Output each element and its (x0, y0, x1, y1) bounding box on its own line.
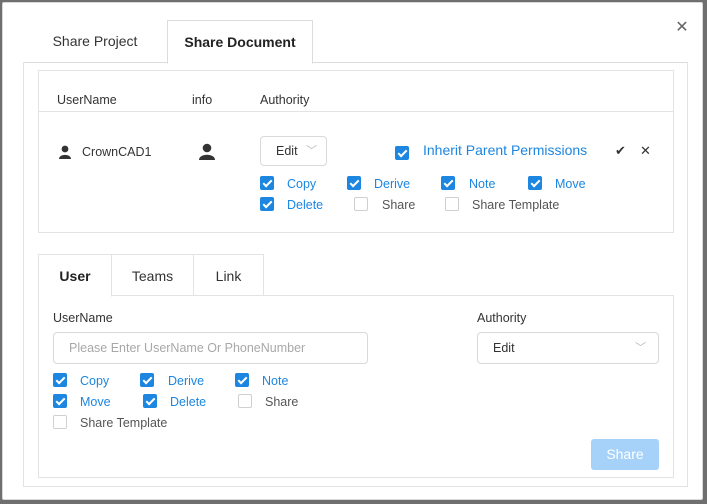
username-label: UserName (53, 311, 113, 325)
row-copy-label: Copy (287, 177, 317, 191)
share-form: UserName Authority Edit ﹀ Copy Derive No… (38, 295, 674, 478)
row-move-checkbox[interactable] (528, 176, 542, 190)
note-checkbox[interactable] (235, 373, 249, 387)
row-delete-checkbox[interactable] (260, 197, 274, 211)
row-note-label: Note (469, 177, 496, 191)
inherit-permissions-label: Inherit Parent Permissions (423, 142, 588, 158)
row-note-checkbox[interactable] (441, 176, 455, 190)
column-header-username: UserName (57, 93, 117, 107)
authority-value: Edit (493, 341, 515, 355)
row-authority-select[interactable]: Edit ﹀ (260, 136, 327, 166)
column-header-authority: Authority (260, 93, 310, 107)
row-username: CrownCAD1 (82, 145, 152, 159)
row-derive-label: Derive (374, 177, 411, 191)
tab-share-document[interactable]: Share Document (167, 20, 313, 64)
row-delete-label: Delete (287, 198, 324, 212)
row-copy-checkbox[interactable] (260, 176, 274, 190)
row-share-template-label: Share Template (472, 198, 560, 212)
share-form-tabs: User Teams Link (38, 254, 674, 297)
copy-label: Copy (80, 374, 110, 388)
authority-select[interactable]: Edit ﹀ (477, 332, 659, 364)
table-divider (39, 111, 673, 112)
row-share-checkbox[interactable] (354, 197, 368, 211)
tab-link[interactable]: Link (194, 254, 264, 296)
user-icon (59, 145, 71, 159)
dialog-tabs: Share Project Share Document (23, 20, 688, 64)
tab-teams[interactable]: Teams (112, 254, 194, 296)
copy-checkbox[interactable] (53, 373, 67, 387)
delete-label: Delete (170, 395, 207, 409)
derive-checkbox[interactable] (140, 373, 154, 387)
column-header-info: info (192, 93, 213, 107)
tab-share-project[interactable]: Share Project (23, 20, 167, 63)
row-authority-value: Edit (276, 144, 298, 158)
table-row-user: CrownCAD1 (59, 145, 151, 159)
inherit-permissions-checkbox[interactable] (395, 146, 409, 160)
note-label: Note (262, 374, 289, 388)
derive-label: Derive (168, 374, 205, 388)
authority-label: Authority (477, 311, 527, 325)
share-document-panel: UserName info Authority CrownCAD1 Edit ﹀… (23, 62, 688, 487)
row-share-template-checkbox[interactable] (445, 197, 459, 211)
share-label: Share (265, 395, 299, 409)
share-template-label: Share Template (80, 416, 168, 430)
delete-checkbox[interactable] (143, 394, 157, 408)
chevron-down-icon: ﹀ (635, 342, 646, 354)
username-input[interactable] (53, 332, 368, 364)
share-template-checkbox[interactable] (53, 415, 67, 429)
share-checkbox[interactable] (238, 394, 252, 408)
move-checkbox[interactable] (53, 394, 67, 408)
chevron-down-icon: ﹀ (306, 145, 317, 157)
row-share-label: Share (382, 198, 416, 212)
row-derive-checkbox[interactable] (347, 176, 361, 190)
tab-user[interactable]: User (38, 254, 112, 297)
confirm-icon[interactable]: ✔ (615, 143, 626, 159)
share-dialog: ✕ Share Project Share Document UserName … (2, 2, 703, 500)
row-move-label: Move (555, 177, 586, 191)
user-info-icon[interactable] (199, 143, 215, 163)
move-label: Move (80, 395, 111, 409)
share-button[interactable]: Share (591, 439, 659, 470)
permissions-table: UserName info Authority CrownCAD1 Edit ﹀… (38, 70, 674, 233)
cancel-icon[interactable]: ✕ (640, 143, 651, 159)
